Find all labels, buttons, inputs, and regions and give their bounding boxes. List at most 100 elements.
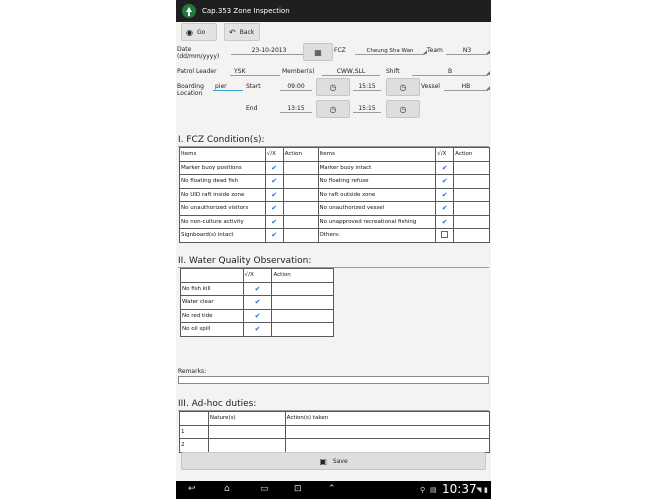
- checkbox[interactable]: ✔: [435, 187, 455, 202]
- action-cell[interactable]: [453, 187, 490, 202]
- date-field[interactable]: 23-10-2013: [231, 45, 307, 55]
- checkbox[interactable]: ✔: [242, 322, 273, 337]
- boarding-location-label: Boarding Location: [177, 83, 204, 97]
- action-cell[interactable]: [453, 214, 490, 229]
- item-label: No raft outside zone: [317, 187, 437, 202]
- nature-cell[interactable]: [207, 438, 286, 453]
- action-cell[interactable]: [282, 187, 319, 202]
- fcz-select[interactable]: Cheung Sha Wan: [355, 45, 427, 55]
- clock-icon: ◷: [329, 104, 337, 114]
- checkbox[interactable]: ✔: [264, 228, 284, 243]
- actions-taken-cell[interactable]: [284, 424, 491, 439]
- check-icon: ✔: [254, 311, 261, 320]
- members-label: Member(s): [282, 68, 315, 75]
- action-cell[interactable]: [453, 174, 490, 189]
- end-time-picker-button[interactable]: ◷: [316, 100, 350, 118]
- checkbox[interactable]: ✔: [435, 214, 455, 229]
- header-check: √/X: [435, 147, 455, 162]
- checkbox[interactable]: ✔: [435, 174, 455, 189]
- end-time-field[interactable]: 13:15: [280, 103, 312, 113]
- screenshot-icon[interactable]: ⊡: [294, 484, 302, 494]
- table-header-row: Nature(s) Action(s) taken: [179, 411, 491, 426]
- item-label: No floating refuse: [317, 174, 437, 189]
- table-row: Water clear ✔: [180, 295, 334, 310]
- back-arrow-icon: ↶: [229, 27, 236, 37]
- item-label: No red tide: [180, 308, 244, 323]
- checkbox[interactable]: ✔: [435, 160, 455, 175]
- adhoc-duties-table: Nature(s) Action(s) taken 1 2: [179, 411, 491, 453]
- start-time-picker-button[interactable]: ◷: [316, 78, 350, 96]
- action-cell[interactable]: [282, 214, 319, 229]
- checkbox[interactable]: ✔: [264, 187, 284, 202]
- app-title: Cap.353 Zone Inspection: [202, 7, 290, 15]
- check-icon: ✔: [271, 190, 278, 199]
- check-icon: ✔: [441, 217, 448, 226]
- checkbox[interactable]: ✔: [242, 308, 273, 323]
- checkbox[interactable]: ✔: [242, 295, 273, 310]
- home-nav-icon[interactable]: ⌂: [224, 484, 230, 494]
- remarks-input[interactable]: [178, 376, 489, 384]
- action-cell[interactable]: [271, 308, 334, 323]
- calendar-icon: ▦: [314, 47, 322, 57]
- check-icon: ✔: [271, 217, 278, 226]
- checkbox[interactable]: ✔: [264, 174, 284, 189]
- end-time-picker-button-2[interactable]: ◷: [386, 100, 420, 118]
- start-time-picker-button-2[interactable]: ◷: [386, 78, 420, 96]
- checkbox[interactable]: ✔: [264, 160, 284, 175]
- checkbox[interactable]: ✔: [264, 201, 284, 216]
- item-label: Signboard(s) intact: [179, 228, 266, 243]
- header-check: √/X: [242, 268, 273, 283]
- end-time-field-2[interactable]: 15:15: [353, 103, 381, 113]
- header-check: √/X: [264, 147, 284, 162]
- adhoc-duties-title: III. Ad-hoc duties:: [178, 399, 257, 409]
- clock-icon: ◷: [329, 82, 337, 92]
- action-cell[interactable]: [282, 160, 319, 175]
- fcz-condition-table: Items √/X Action Items √/X Action Marker…: [179, 147, 490, 243]
- nature-cell[interactable]: [207, 424, 286, 439]
- checkbox[interactable]: ✔: [435, 201, 455, 216]
- check-icon: ✔: [271, 177, 278, 186]
- save-button[interactable]: ▣ Save: [181, 452, 486, 470]
- check-icon: ✔: [254, 325, 261, 334]
- shift-select[interactable]: B: [412, 66, 490, 76]
- action-cell[interactable]: [453, 228, 490, 243]
- action-cell[interactable]: [282, 174, 319, 189]
- item-label: No unapproved recreational fishing: [317, 214, 437, 229]
- back-nav-icon[interactable]: ↩: [188, 484, 196, 494]
- team-select[interactable]: N3: [446, 45, 490, 55]
- save-label: Save: [332, 457, 348, 465]
- table-row: No floating dead fish ✔ No floating refu…: [179, 174, 490, 189]
- tablet-screen: Cap.353 Zone Inspection ◉ Go ↶ Back Date…: [176, 0, 491, 499]
- header-items: Items: [179, 147, 266, 162]
- patrol-leader-label: Patrol Leader: [177, 68, 217, 75]
- calendar-button[interactable]: ▦: [303, 43, 333, 61]
- checkbox-unchecked[interactable]: [435, 228, 455, 243]
- item-label: Others:: [317, 228, 437, 243]
- recent-apps-icon[interactable]: ▭: [260, 484, 269, 494]
- action-cell[interactable]: [453, 160, 490, 175]
- check-icon: ✔: [441, 177, 448, 186]
- action-cell[interactable]: [271, 281, 334, 296]
- patrol-leader-field[interactable]: YSK: [230, 66, 280, 76]
- table-header-row: Items √/X Action Items √/X Action: [179, 147, 490, 162]
- action-cell[interactable]: [282, 228, 319, 243]
- checkbox[interactable]: ✔: [264, 214, 284, 229]
- back-button[interactable]: ↶ Back: [224, 23, 260, 41]
- go-button[interactable]: ◉ Go: [181, 23, 217, 41]
- vessel-select[interactable]: HB: [444, 81, 490, 91]
- actions-taken-cell[interactable]: [284, 438, 491, 453]
- notification-icon: ▤: [430, 486, 437, 494]
- empty-checkbox-icon: [441, 230, 449, 238]
- table-row: No non-culture activity ✔ No unapproved …: [179, 214, 490, 229]
- action-cell[interactable]: [271, 295, 334, 310]
- members-field[interactable]: CWW,SLL: [322, 66, 380, 76]
- header-action: Action: [453, 147, 490, 162]
- boarding-location-input[interactable]: pier: [213, 81, 243, 91]
- checkbox[interactable]: ✔: [242, 281, 273, 296]
- chevron-up-icon[interactable]: ⌃: [328, 484, 336, 494]
- action-cell[interactable]: [453, 201, 490, 216]
- action-cell[interactable]: [282, 201, 319, 216]
- action-cell[interactable]: [271, 322, 334, 337]
- start-time-field-2[interactable]: 15:15: [353, 81, 381, 91]
- start-time-field[interactable]: 09:00: [280, 81, 312, 91]
